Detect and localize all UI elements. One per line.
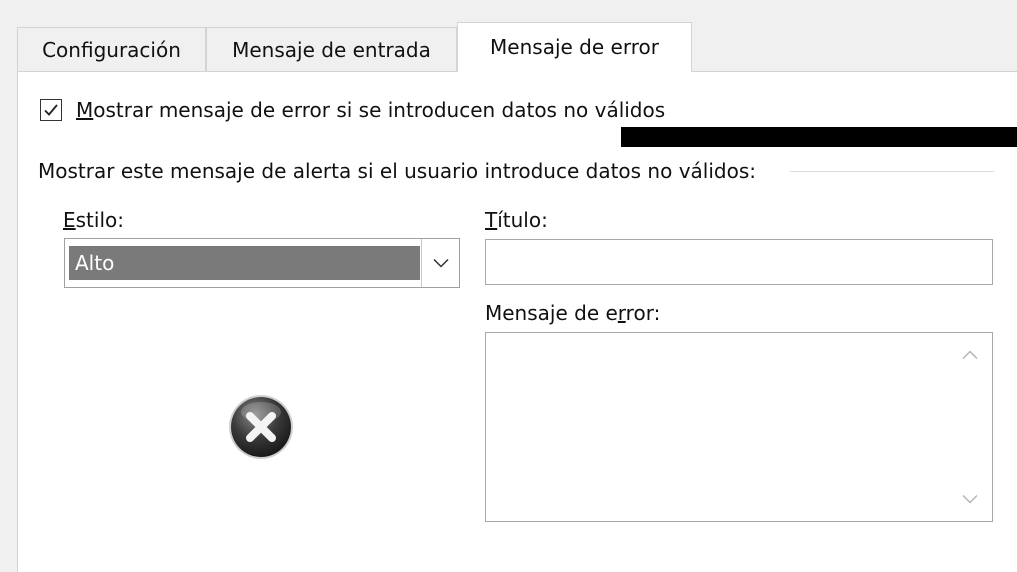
redaction-bar <box>621 127 1017 147</box>
mnemonic-m: M <box>76 98 94 122</box>
style-select-value: Alto <box>69 246 420 280</box>
mnemonic-r: r <box>617 301 626 325</box>
style-select[interactable]: Alto <box>64 238 460 288</box>
show-error-checkbox[interactable] <box>40 99 62 121</box>
data-validation-dialog: Configuración Mensaje de entrada Mensaje… <box>0 0 1017 572</box>
mnemonic-e: E <box>63 208 76 232</box>
style-dropdown-button[interactable] <box>421 239 459 287</box>
checkmark-icon <box>44 104 58 116</box>
show-error-label-text: ostrar mensaje de error si se introducen… <box>93 98 666 122</box>
title-label: Título: <box>485 207 548 233</box>
section-heading: Mostrar este mensaje de alerta si el usu… <box>38 159 756 183</box>
error-message-label: Mensaje de error: <box>485 300 660 326</box>
title-label-text: ítulo: <box>497 208 548 232</box>
mnemonic-t: T <box>485 208 498 232</box>
error-stop-icon <box>229 395 293 459</box>
style-label-text: stilo: <box>75 208 124 232</box>
error-message-textarea[interactable] <box>485 332 993 522</box>
style-select-value-area: Alto <box>65 239 420 287</box>
error-message-label-pre: Mensaje de e <box>485 301 618 325</box>
tab-configuracion[interactable]: Configuración <box>17 27 206 71</box>
tab-mensaje-entrada[interactable]: Mensaje de entrada <box>206 27 457 71</box>
chevron-down-icon <box>432 258 449 268</box>
tab-mensaje-error[interactable]: Mensaje de error <box>457 22 692 72</box>
scroll-up-button[interactable] <box>958 345 982 365</box>
scroll-down-button[interactable] <box>958 489 982 509</box>
chevron-down-icon <box>962 494 978 504</box>
style-label: Estilo: <box>63 207 124 233</box>
show-error-checkbox-label[interactable]: Mostrar mensaje de error si se introduce… <box>76 97 665 123</box>
title-input[interactable] <box>485 239 993 285</box>
section-divider <box>790 171 994 172</box>
chevron-up-icon <box>962 350 978 360</box>
error-message-label-post: ror: <box>625 301 661 325</box>
